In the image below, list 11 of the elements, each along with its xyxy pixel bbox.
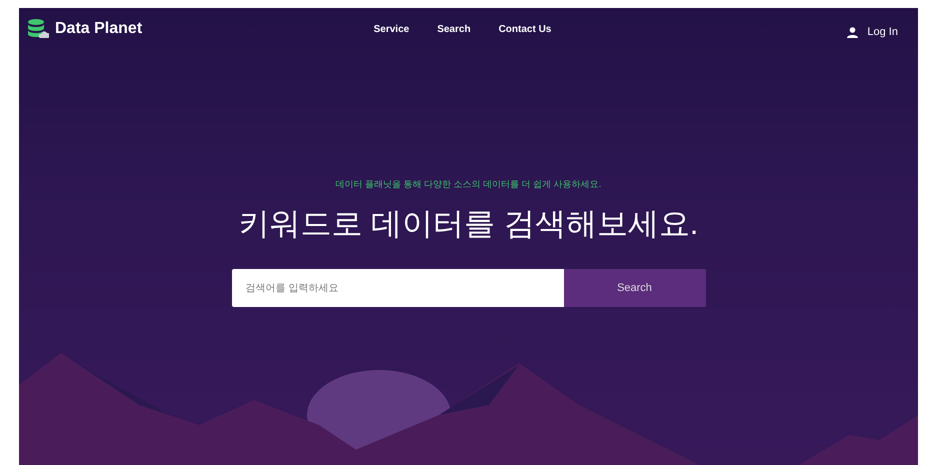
- nav-link[interactable]: Search: [437, 24, 471, 34]
- user-icon: [847, 26, 858, 38]
- tagline: 데이터 플래닛을 통해 다양한 소스의 데이터를 더 쉽게 사용하세요.: [336, 178, 602, 191]
- database-icon: [27, 18, 49, 40]
- nav-link[interactable]: Contact Us: [498, 24, 552, 34]
- search-button[interactable]: Search: [564, 269, 706, 307]
- hero-heading: 키워드로 데이터를 검색해보세요.: [238, 205, 698, 243]
- nav-link[interactable]: Service: [374, 24, 410, 34]
- search-field[interactable]: 검색어를 입력하세요: [232, 269, 564, 307]
- login-link[interactable]: Log In: [847, 26, 898, 38]
- brand-name[interactable]: Data Planet: [55, 20, 142, 38]
